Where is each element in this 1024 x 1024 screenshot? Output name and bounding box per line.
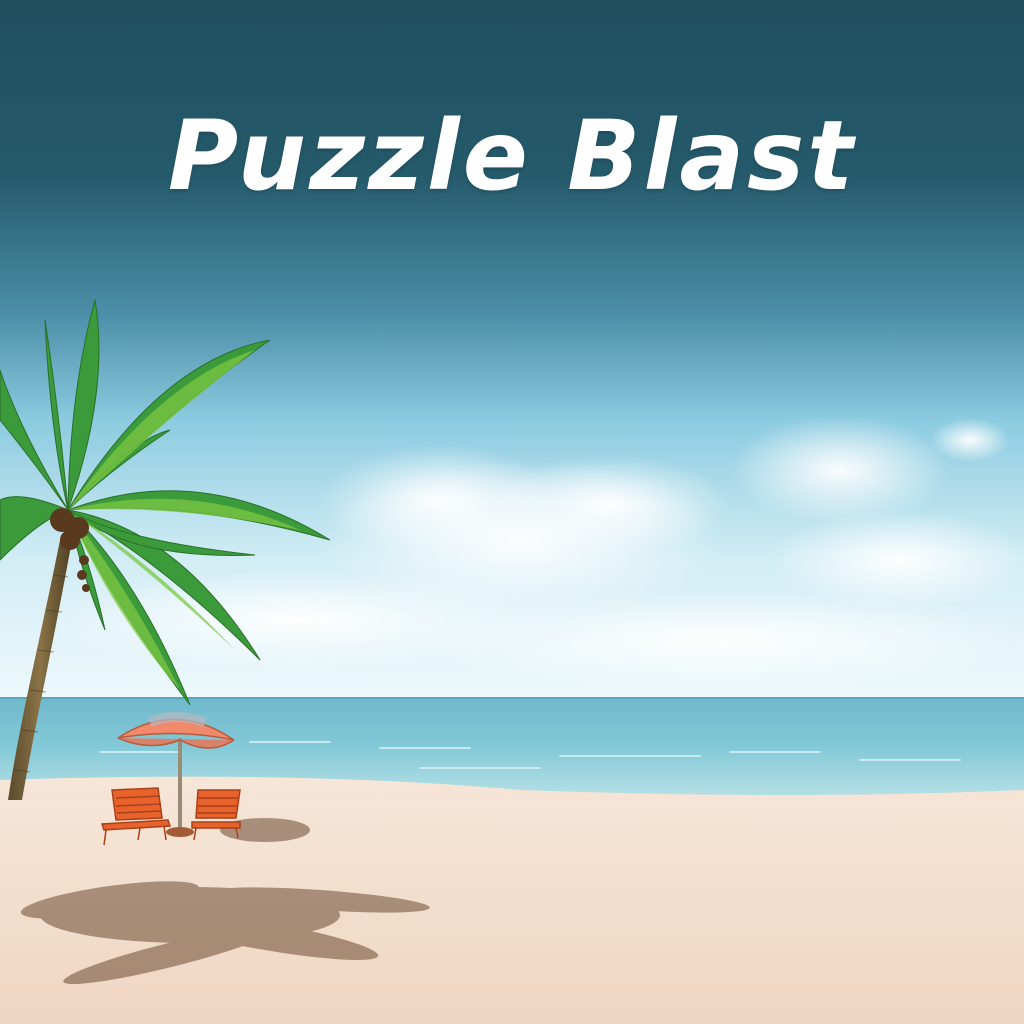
game-title: Puzzle Blast xyxy=(167,100,857,212)
beach-scene: Puzzle Blast xyxy=(0,0,1024,1024)
